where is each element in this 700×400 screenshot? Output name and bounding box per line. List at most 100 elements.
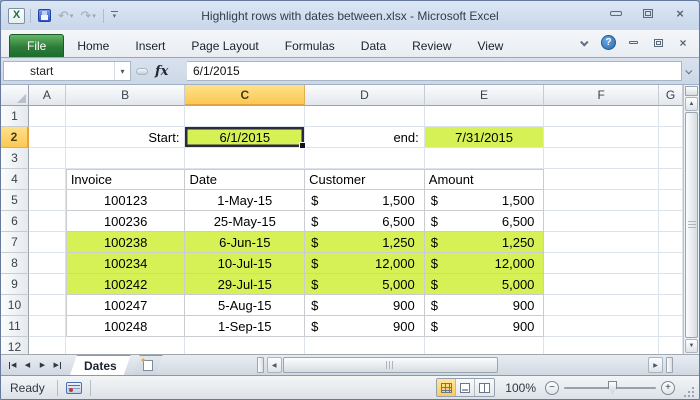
cell-G9[interactable] bbox=[659, 274, 683, 295]
ribbon-tab-home[interactable]: Home bbox=[64, 34, 122, 57]
expand-formula-bar-button[interactable] bbox=[682, 61, 697, 81]
name-box-dropdown-icon[interactable]: ▾ bbox=[114, 62, 130, 80]
cell-F1[interactable] bbox=[544, 106, 660, 127]
restore-button[interactable] bbox=[639, 7, 657, 20]
ribbon-tab-insert[interactable]: Insert bbox=[122, 34, 178, 57]
close-button[interactable]: × bbox=[671, 7, 689, 20]
sheet-tab-dates[interactable]: Dates bbox=[70, 355, 131, 375]
cell-F6[interactable] bbox=[544, 211, 660, 232]
cell-F2[interactable] bbox=[544, 127, 660, 148]
cell-G10[interactable] bbox=[659, 295, 683, 316]
cell-F7[interactable] bbox=[544, 232, 660, 253]
cell-A2[interactable] bbox=[28, 127, 66, 148]
ribbon-tab-review[interactable]: Review bbox=[399, 34, 464, 57]
cell-B11[interactable]: 100248 bbox=[65, 316, 186, 337]
ribbon-tab-view[interactable]: View bbox=[465, 34, 517, 57]
ribbon-tab-formulas[interactable]: Formulas bbox=[272, 34, 348, 57]
vertical-scroll-thumb[interactable] bbox=[685, 112, 698, 338]
row-header-6[interactable]: 6 bbox=[1, 211, 29, 232]
cell-E12[interactable] bbox=[424, 337, 545, 354]
vertical-split-handle[interactable] bbox=[685, 86, 698, 96]
redo-button[interactable]: ↷ ▾ bbox=[78, 7, 97, 25]
scroll-down-button[interactable]: ▼ bbox=[685, 339, 698, 353]
cell-C4[interactable]: Date bbox=[185, 169, 306, 190]
cell-G8[interactable] bbox=[659, 253, 683, 274]
cell-D5[interactable]: $1,500 bbox=[305, 190, 425, 211]
cell-D7[interactable]: $1,250 bbox=[305, 232, 425, 253]
cell-E1[interactable] bbox=[424, 106, 545, 127]
row-header-2[interactable]: 2 bbox=[1, 127, 29, 148]
row-header-9[interactable]: 9 bbox=[1, 274, 29, 295]
scroll-up-button[interactable]: ▲ bbox=[685, 97, 698, 111]
column-header-A[interactable]: A bbox=[28, 85, 66, 106]
cell-F9[interactable] bbox=[544, 274, 660, 295]
tab-split-handle[interactable] bbox=[256, 357, 264, 373]
normal-view-button[interactable] bbox=[437, 379, 457, 396]
cell-D2[interactable]: end: bbox=[305, 127, 425, 148]
cell-E7[interactable]: $1,250 bbox=[424, 232, 545, 253]
cell-D1[interactable] bbox=[305, 106, 425, 127]
cell-E3[interactable] bbox=[424, 148, 545, 169]
formula-input[interactable]: 6/1/2015 bbox=[187, 61, 682, 81]
row-header-3[interactable]: 3 bbox=[1, 148, 29, 169]
cell-G6[interactable] bbox=[659, 211, 683, 232]
cell-E9[interactable]: $5,000 bbox=[424, 274, 545, 295]
cell-G12[interactable] bbox=[659, 337, 683, 354]
cell-B3[interactable] bbox=[65, 148, 186, 169]
undo-dropdown-icon[interactable]: ▾ bbox=[70, 12, 74, 20]
cell-B12[interactable] bbox=[65, 337, 186, 354]
cell-E8[interactable]: $12,000 bbox=[424, 253, 545, 274]
cell-A11[interactable] bbox=[28, 316, 66, 337]
cell-C9[interactable]: 29-Jul-15 bbox=[185, 274, 306, 295]
cell-B5[interactable]: 100123 bbox=[65, 190, 186, 211]
cell-F11[interactable] bbox=[544, 316, 660, 337]
cell-B9[interactable]: 100242 bbox=[65, 274, 186, 295]
cell-B8[interactable]: 100234 bbox=[65, 253, 186, 274]
cell-F4[interactable] bbox=[544, 169, 660, 190]
cell-C12[interactable] bbox=[185, 337, 306, 354]
undo-button[interactable]: ↶ ▾ bbox=[56, 7, 75, 25]
row-header-7[interactable]: 7 bbox=[1, 232, 29, 253]
cell-C7[interactable]: 6-Jun-15 bbox=[185, 232, 306, 253]
cell-G1[interactable] bbox=[659, 106, 683, 127]
cell-E2[interactable]: 7/31/2015 bbox=[424, 127, 545, 148]
save-button[interactable] bbox=[36, 7, 53, 25]
cell-B2[interactable]: Start: bbox=[65, 127, 186, 148]
row-header-11[interactable]: 11 bbox=[1, 316, 29, 337]
cell-D12[interactable] bbox=[305, 337, 425, 354]
ribbon-tab-data[interactable]: Data bbox=[348, 34, 399, 57]
name-box[interactable]: start ▾ bbox=[3, 61, 131, 81]
minimize-button[interactable] bbox=[607, 7, 625, 20]
cell-E11[interactable]: $900 bbox=[424, 316, 545, 337]
cell-E4[interactable]: Amount bbox=[424, 169, 545, 190]
workbook-close-button[interactable]: × bbox=[675, 36, 691, 50]
cell-B1[interactable] bbox=[65, 106, 186, 127]
splitter-handle[interactable] bbox=[136, 67, 148, 75]
vertical-scrollbar[interactable]: ▲ ▼ bbox=[683, 85, 699, 354]
column-header-C[interactable]: C bbox=[185, 85, 306, 106]
cell-A3[interactable] bbox=[28, 148, 66, 169]
cell-B4[interactable]: Invoice bbox=[65, 169, 186, 190]
zoom-in-button[interactable]: + bbox=[661, 380, 675, 395]
cell-A12[interactable] bbox=[28, 337, 66, 354]
row-header-10[interactable]: 10 bbox=[1, 295, 29, 316]
cell-B6[interactable]: 100236 bbox=[65, 211, 186, 232]
row-header-5[interactable]: 5 bbox=[1, 190, 29, 211]
page-layout-view-button[interactable] bbox=[456, 379, 476, 396]
workbook-minimize-button[interactable] bbox=[625, 37, 641, 49]
cell-F3[interactable] bbox=[544, 148, 660, 169]
cell-D8[interactable]: $12,000 bbox=[305, 253, 425, 274]
select-all-corner[interactable] bbox=[1, 85, 29, 106]
cell-G2[interactable] bbox=[659, 127, 683, 148]
cell-D3[interactable] bbox=[305, 148, 425, 169]
ribbon-tab-page-layout[interactable]: Page Layout bbox=[178, 34, 271, 57]
cell-F8[interactable] bbox=[544, 253, 660, 274]
row-header-12[interactable]: 12 bbox=[1, 337, 29, 354]
cell-A6[interactable] bbox=[28, 211, 66, 232]
workbook-restore-button[interactable] bbox=[650, 37, 666, 49]
column-header-F[interactable]: F bbox=[544, 85, 660, 106]
cell-B7[interactable]: 100238 bbox=[65, 232, 186, 253]
cell-C2[interactable]: 6/1/2015 bbox=[185, 127, 306, 149]
cell-C6[interactable]: 25-May-15 bbox=[185, 211, 306, 232]
cell-C5[interactable]: 1-May-15 bbox=[185, 190, 306, 211]
